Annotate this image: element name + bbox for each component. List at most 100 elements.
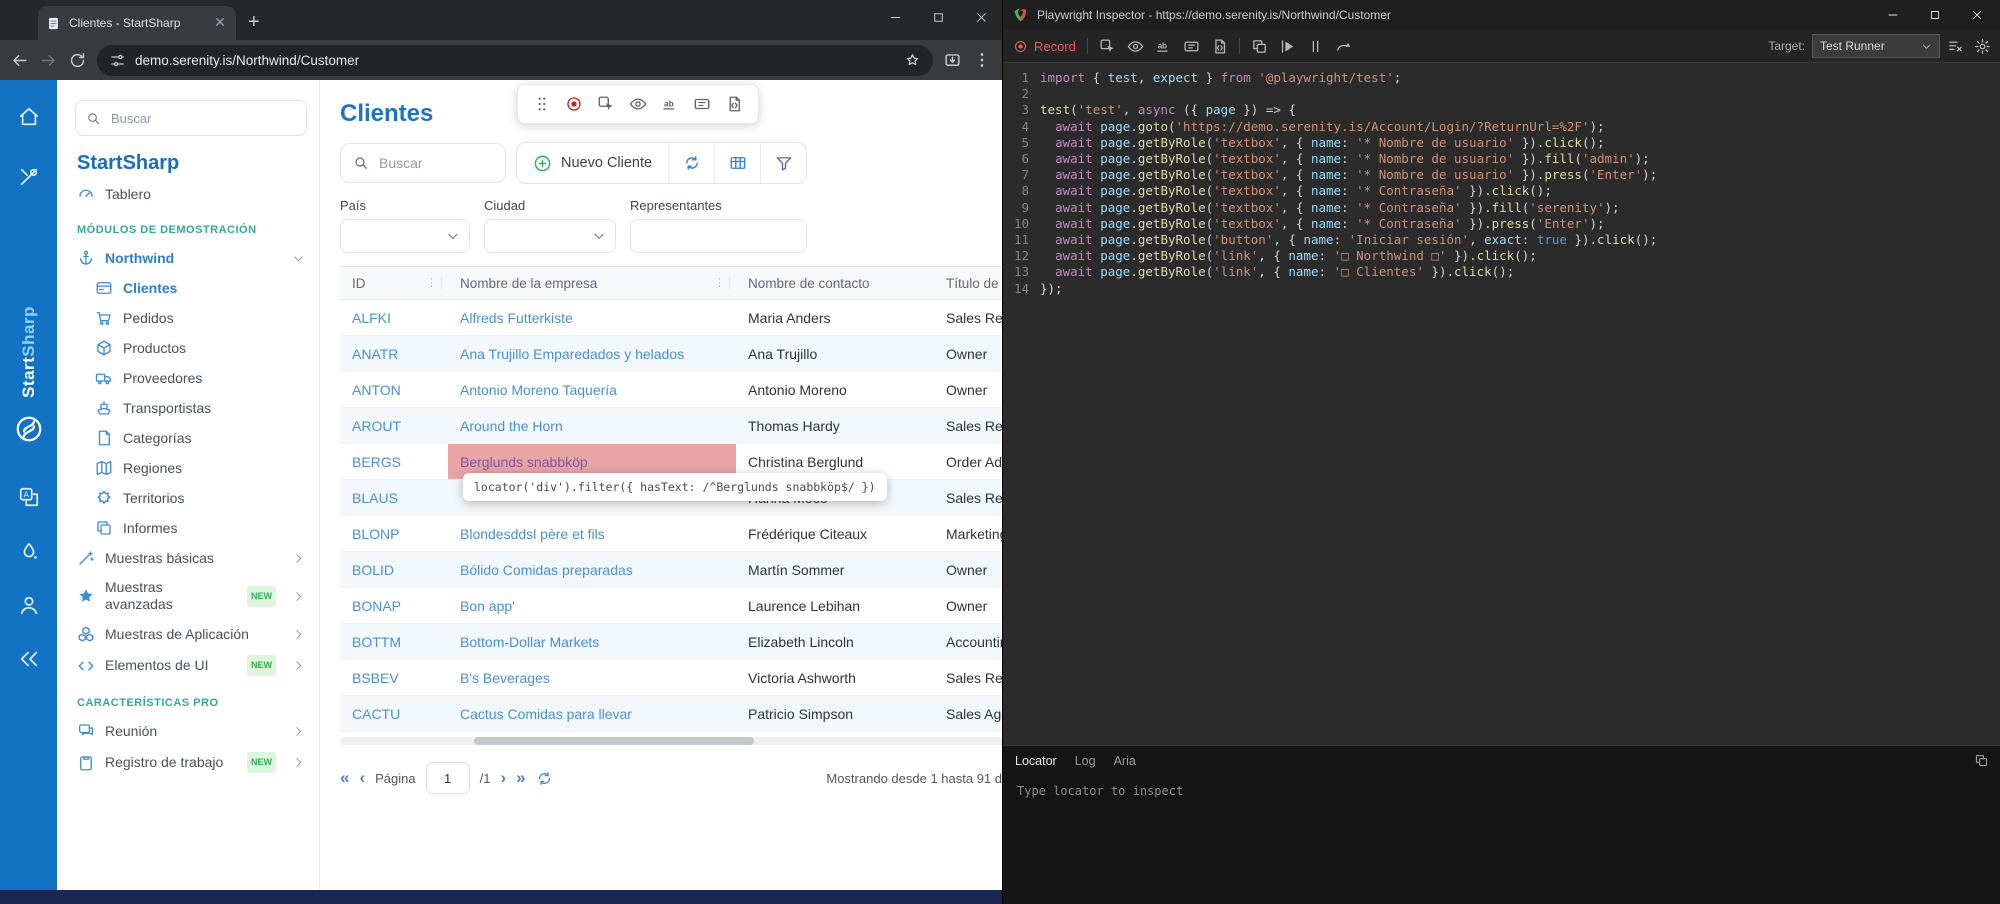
inspector-maximize-button[interactable] bbox=[1929, 9, 1941, 21]
value-icon[interactable] bbox=[693, 95, 711, 113]
sidebar-item-productos[interactable]: Productos bbox=[75, 333, 307, 363]
last-page-icon[interactable]: » bbox=[516, 770, 525, 786]
user-icon[interactable] bbox=[18, 594, 40, 616]
resume-icon[interactable] bbox=[1279, 38, 1296, 55]
copydoc-icon[interactable] bbox=[1251, 38, 1268, 55]
ab-icon[interactable]: ab bbox=[1155, 38, 1172, 55]
company-link[interactable]: Cactus Comidas para llevar bbox=[448, 696, 736, 732]
sidebar-item-elementos-de-ui[interactable]: Elementos de UI NEW bbox=[75, 649, 307, 682]
snapshot-icon[interactable] bbox=[725, 95, 743, 113]
bookmark-star-icon[interactable] bbox=[904, 52, 921, 69]
customer-id-link[interactable]: BOLID bbox=[340, 552, 448, 588]
reload-button[interactable] bbox=[68, 51, 87, 70]
record-button[interactable]: Record bbox=[1013, 39, 1076, 54]
horizontal-scrollbar[interactable] bbox=[340, 737, 1002, 745]
sidebar-item-informes[interactable]: Informes bbox=[75, 513, 307, 543]
sidebar-item-northwind[interactable]: Northwind bbox=[75, 243, 307, 273]
representantes-input[interactable] bbox=[630, 219, 807, 253]
browser-tab[interactable]: Clientes - StartSharp ✕ bbox=[38, 6, 236, 40]
customer-id-link[interactable]: CACTU bbox=[340, 696, 448, 732]
company-link[interactable]: Bólido Comidas preparadas bbox=[448, 552, 736, 588]
col-header-title[interactable]: Título de bbox=[934, 267, 1002, 300]
site-info-icon[interactable] bbox=[109, 52, 126, 69]
customer-id-link[interactable]: BERGS bbox=[340, 444, 448, 480]
col-header-contact[interactable]: Nombre de contacto bbox=[736, 267, 934, 300]
copy-icon[interactable] bbox=[1974, 753, 1989, 768]
locator-input[interactable] bbox=[1015, 783, 1917, 799]
browser-maximize-button[interactable] bbox=[932, 11, 945, 24]
customer-id-link[interactable]: ANATR bbox=[340, 336, 448, 372]
theme-icon[interactable] bbox=[18, 540, 40, 562]
ciudad-select[interactable] bbox=[484, 219, 616, 253]
sidebar-item-transportistas[interactable]: Transportistas bbox=[75, 393, 307, 423]
refresh-button[interactable] bbox=[669, 143, 714, 183]
pause-icon[interactable] bbox=[1307, 38, 1324, 55]
eye-icon[interactable] bbox=[629, 95, 647, 113]
sidebar-search-input[interactable] bbox=[109, 110, 296, 127]
columns-button[interactable] bbox=[715, 143, 760, 183]
page-number-input[interactable] bbox=[426, 762, 470, 794]
collapse-sidebar-icon[interactable] bbox=[18, 648, 40, 670]
company-link[interactable]: B's Beverages bbox=[448, 660, 736, 696]
clearlist-icon[interactable] bbox=[1947, 38, 1964, 55]
company-link[interactable]: Antonio Moreno Taquería bbox=[448, 372, 736, 408]
refresh-grid-icon[interactable] bbox=[536, 770, 553, 787]
pick-icon[interactable] bbox=[597, 95, 615, 113]
gear-icon[interactable] bbox=[1974, 38, 1991, 55]
inspector-close-button[interactable] bbox=[1971, 9, 1983, 21]
eye-icon[interactable] bbox=[1127, 38, 1144, 55]
sidebar-item-registro-de-trabajo[interactable]: Registro de trabajo NEW bbox=[75, 746, 307, 779]
target-select[interactable]: Test Runner bbox=[1812, 34, 1940, 58]
next-page-icon[interactable]: › bbox=[500, 770, 506, 786]
scrollbar-thumb[interactable] bbox=[474, 737, 754, 745]
new-tab-button[interactable]: + bbox=[248, 12, 260, 32]
address-bar[interactable]: demo.serenity.is/Northwind/Customer bbox=[97, 45, 933, 76]
sidebar-item-pedidos[interactable]: Pedidos bbox=[75, 303, 307, 333]
sidebar-item-reunion[interactable]: Reunión bbox=[75, 716, 307, 746]
sidebar-item-tablero[interactable]: Tablero bbox=[75, 179, 307, 209]
test-code-editor[interactable]: 1import { test, expect } from '@playwrig… bbox=[1003, 63, 2000, 752]
sidebar-item-muestras-de-aplicacion[interactable]: Muestras de Aplicación bbox=[75, 619, 307, 649]
company-link[interactable]: Around the Horn bbox=[448, 408, 736, 444]
customer-id-link[interactable]: BLONP bbox=[340, 516, 448, 552]
record-icon[interactable] bbox=[565, 95, 583, 113]
browser-menu-icon[interactable]: ⋮ bbox=[972, 50, 992, 70]
drag-handle-icon[interactable] bbox=[533, 95, 551, 113]
customer-id-link[interactable]: BSBEV bbox=[340, 660, 448, 696]
company-link[interactable]: Blondesddsl père et fils bbox=[448, 516, 736, 552]
browser-minimize-button[interactable] bbox=[889, 11, 902, 24]
company-link[interactable]: Alfreds Futterkiste bbox=[448, 300, 736, 336]
grid-search-input[interactable] bbox=[377, 154, 493, 172]
tab-aria[interactable]: Aria bbox=[1114, 754, 1136, 768]
brand-logo-icon[interactable] bbox=[14, 414, 44, 444]
sidebar-item-territorios[interactable]: Territorios bbox=[75, 483, 307, 513]
new-customer-button[interactable]: Nuevo Cliente bbox=[517, 143, 668, 183]
pais-select[interactable] bbox=[340, 219, 470, 253]
company-link[interactable]: Bottom-Dollar Markets bbox=[448, 624, 736, 660]
filter-button[interactable] bbox=[761, 143, 806, 183]
browser-close-button[interactable] bbox=[975, 11, 988, 24]
tab-close-icon[interactable]: ✕ bbox=[212, 15, 228, 31]
col-header-company[interactable]: Nombre de la empresa⋮ bbox=[448, 267, 736, 300]
sidebar-item-clientes[interactable]: Clientes bbox=[75, 273, 307, 303]
sidebar-item-proveedores[interactable]: Proveedores bbox=[75, 363, 307, 393]
sidebar-item-regiones[interactable]: Regiones bbox=[75, 453, 307, 483]
sidebar-search[interactable] bbox=[75, 100, 307, 136]
customer-id-link[interactable]: ALFKI bbox=[340, 300, 448, 336]
first-page-icon[interactable]: « bbox=[340, 770, 349, 786]
home-icon[interactable] bbox=[18, 106, 40, 128]
sidebar-item-muestras-basicas[interactable]: Muestras básicas bbox=[75, 543, 307, 573]
snapshot-icon[interactable] bbox=[1211, 38, 1228, 55]
customer-id-link[interactable]: BLAUS bbox=[340, 480, 448, 516]
pick-icon[interactable] bbox=[1099, 38, 1116, 55]
value-icon[interactable] bbox=[1183, 38, 1200, 55]
tools-icon[interactable] bbox=[18, 166, 40, 188]
prev-page-icon[interactable]: ‹ bbox=[359, 770, 365, 786]
install-app-icon[interactable] bbox=[943, 51, 962, 70]
col-header-id[interactable]: ID⋮ bbox=[340, 267, 448, 300]
customer-id-link[interactable]: BONAP bbox=[340, 588, 448, 624]
customer-id-link[interactable]: AROUT bbox=[340, 408, 448, 444]
company-link[interactable]: Ana Trujillo Emparedados y helados bbox=[448, 336, 736, 372]
tab-locator[interactable]: Locator bbox=[1015, 754, 1057, 768]
customer-id-link[interactable]: ANTON bbox=[340, 372, 448, 408]
